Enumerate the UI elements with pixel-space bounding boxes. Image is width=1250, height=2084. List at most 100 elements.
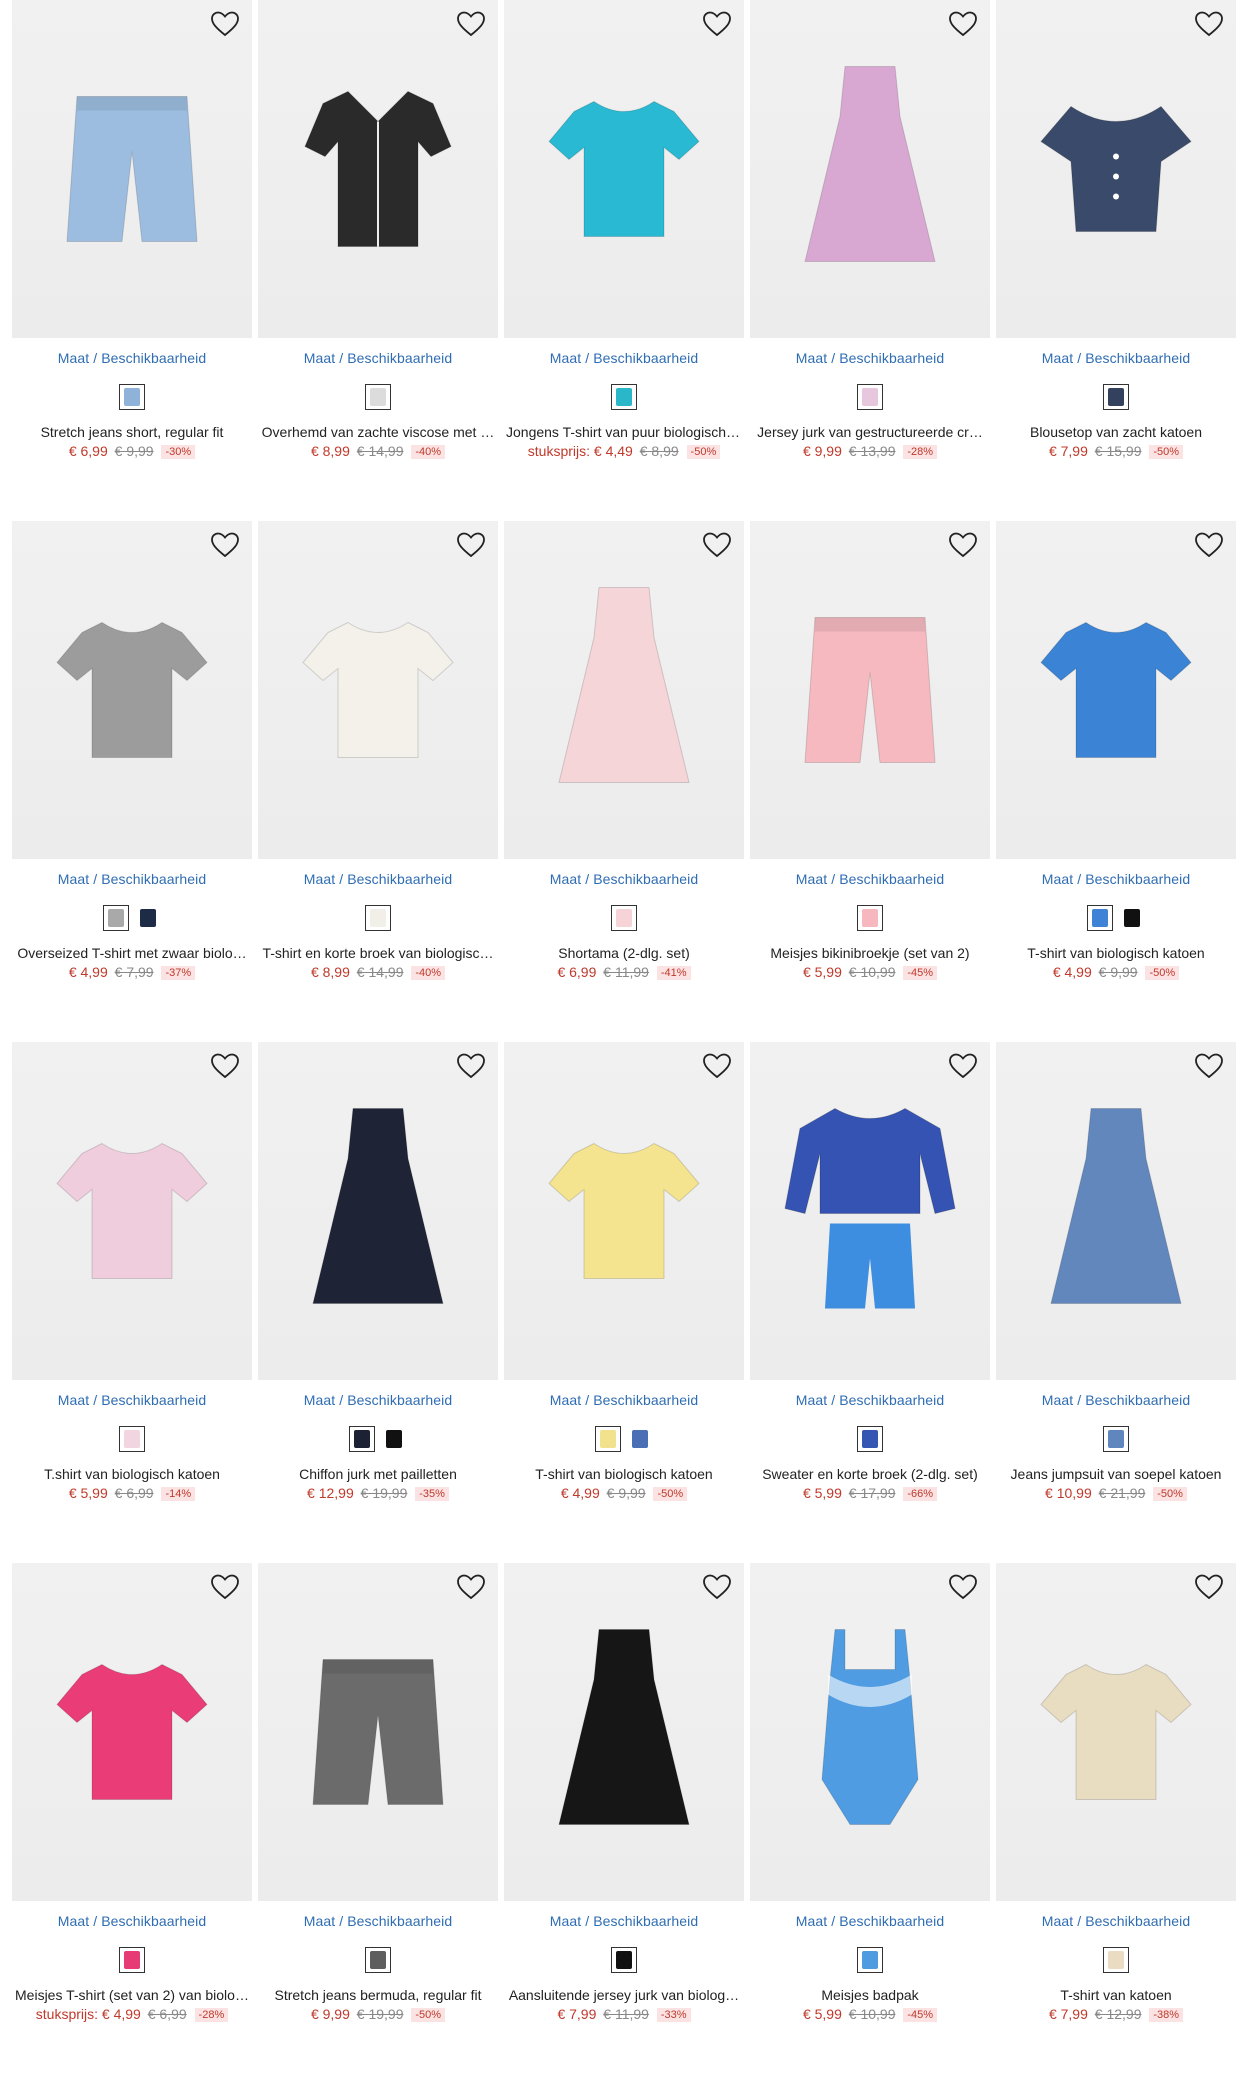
size-availability-link[interactable]: Maat / Beschikbaarheid bbox=[750, 1392, 990, 1408]
color-swatch[interactable] bbox=[349, 1426, 375, 1452]
product-card[interactable]: Maat / Beschikbaarheid T.shirt van biolo… bbox=[12, 1042, 252, 1563]
product-image[interactable] bbox=[258, 0, 498, 338]
product-image[interactable] bbox=[12, 1563, 252, 1901]
color-swatch[interactable] bbox=[595, 1426, 621, 1452]
color-swatch[interactable] bbox=[119, 384, 145, 410]
product-card[interactable]: Maat / Beschikbaarheid T-shirt en korte … bbox=[258, 521, 498, 1042]
product-image[interactable] bbox=[258, 1563, 498, 1901]
product-image[interactable] bbox=[996, 1042, 1236, 1380]
product-image[interactable] bbox=[750, 1042, 990, 1380]
product-title[interactable]: Overhemd van zachte viscose met … bbox=[258, 424, 498, 440]
product-title[interactable]: Chiffon jurk met pailletten bbox=[258, 1466, 498, 1482]
product-image[interactable] bbox=[12, 1042, 252, 1380]
product-card[interactable]: Maat / Beschikbaarheid Overseized T-shir… bbox=[12, 521, 252, 1042]
product-image[interactable] bbox=[750, 0, 990, 338]
color-swatch[interactable] bbox=[1087, 905, 1113, 931]
product-image[interactable] bbox=[996, 0, 1236, 338]
product-card[interactable]: Maat / Beschikbaarheid Shortama (2-dlg. … bbox=[504, 521, 744, 1042]
product-image[interactable] bbox=[504, 1042, 744, 1380]
color-swatch[interactable] bbox=[611, 384, 637, 410]
size-availability-link[interactable]: Maat / Beschikbaarheid bbox=[258, 350, 498, 366]
color-swatch[interactable] bbox=[1103, 384, 1129, 410]
size-availability-link[interactable]: Maat / Beschikbaarheid bbox=[258, 1913, 498, 1929]
heart-outline-icon[interactable] bbox=[1194, 531, 1224, 559]
product-title[interactable]: Stretch jeans short, regular fit bbox=[12, 424, 252, 440]
color-swatch[interactable] bbox=[365, 905, 391, 931]
heart-outline-icon[interactable] bbox=[210, 1573, 240, 1601]
heart-outline-icon[interactable] bbox=[210, 10, 240, 38]
size-availability-link[interactable]: Maat / Beschikbaarheid bbox=[258, 1392, 498, 1408]
heart-outline-icon[interactable] bbox=[456, 10, 486, 38]
size-availability-link[interactable]: Maat / Beschikbaarheid bbox=[258, 871, 498, 887]
product-title[interactable]: Shortama (2-dlg. set) bbox=[504, 945, 744, 961]
color-swatch[interactable] bbox=[1119, 905, 1145, 931]
size-availability-link[interactable]: Maat / Beschikbaarheid bbox=[750, 1913, 990, 1929]
heart-outline-icon[interactable] bbox=[702, 1573, 732, 1601]
heart-outline-icon[interactable] bbox=[456, 1573, 486, 1601]
heart-outline-icon[interactable] bbox=[702, 531, 732, 559]
product-title[interactable]: Stretch jeans bermuda, regular fit bbox=[258, 1987, 498, 2003]
heart-outline-icon[interactable] bbox=[456, 531, 486, 559]
size-availability-link[interactable]: Maat / Beschikbaarheid bbox=[504, 1913, 744, 1929]
product-image[interactable] bbox=[504, 0, 744, 338]
product-card[interactable]: Maat / Beschikbaarheid Overhemd van zach… bbox=[258, 0, 498, 521]
product-title[interactable]: T-shirt van biologisch katoen bbox=[504, 1466, 744, 1482]
product-card[interactable]: Maat / Beschikbaarheid T-shirt van biolo… bbox=[504, 1042, 744, 1563]
size-availability-link[interactable]: Maat / Beschikbaarheid bbox=[504, 350, 744, 366]
color-swatch[interactable] bbox=[857, 1947, 883, 1973]
color-swatch[interactable] bbox=[857, 905, 883, 931]
size-availability-link[interactable]: Maat / Beschikbaarheid bbox=[996, 871, 1236, 887]
size-availability-link[interactable]: Maat / Beschikbaarheid bbox=[504, 1392, 744, 1408]
heart-outline-icon[interactable] bbox=[948, 1052, 978, 1080]
heart-outline-icon[interactable] bbox=[948, 10, 978, 38]
color-swatch[interactable] bbox=[857, 1426, 883, 1452]
product-title[interactable]: T-shirt van biologisch katoen bbox=[996, 945, 1236, 961]
heart-outline-icon[interactable] bbox=[210, 531, 240, 559]
product-card[interactable]: Maat / Beschikbaarheid Chiffon jurk met … bbox=[258, 1042, 498, 1563]
size-availability-link[interactable]: Maat / Beschikbaarheid bbox=[504, 871, 744, 887]
product-card[interactable]: Maat / Beschikbaarheid Jongens T-shirt v… bbox=[504, 0, 744, 521]
heart-outline-icon[interactable] bbox=[456, 1052, 486, 1080]
product-image[interactable] bbox=[750, 521, 990, 859]
product-title[interactable]: Jersey jurk van gestructureerde cr… bbox=[750, 424, 990, 440]
color-swatch[interactable] bbox=[365, 384, 391, 410]
product-image[interactable] bbox=[504, 521, 744, 859]
product-card[interactable]: Maat / Beschikbaarheid Stretch jeans sho… bbox=[12, 0, 252, 521]
heart-outline-icon[interactable] bbox=[1194, 10, 1224, 38]
size-availability-link[interactable]: Maat / Beschikbaarheid bbox=[996, 1913, 1236, 1929]
heart-outline-icon[interactable] bbox=[210, 1052, 240, 1080]
color-swatch[interactable] bbox=[611, 1947, 637, 1973]
product-title[interactable]: Jeans jumpsuit van soepel katoen bbox=[996, 1466, 1236, 1482]
size-availability-link[interactable]: Maat / Beschikbaarheid bbox=[12, 1392, 252, 1408]
size-availability-link[interactable]: Maat / Beschikbaarheid bbox=[750, 350, 990, 366]
product-title[interactable]: Meisjes badpak bbox=[750, 1987, 990, 2003]
size-availability-link[interactable]: Maat / Beschikbaarheid bbox=[12, 871, 252, 887]
product-image[interactable] bbox=[258, 521, 498, 859]
product-image[interactable] bbox=[750, 1563, 990, 1901]
color-swatch[interactable] bbox=[1103, 1426, 1129, 1452]
product-title[interactable]: T.shirt van biologisch katoen bbox=[12, 1466, 252, 1482]
size-availability-link[interactable]: Maat / Beschikbaarheid bbox=[12, 350, 252, 366]
product-title[interactable]: Overseized T-shirt met zwaar biolo… bbox=[12, 945, 252, 961]
product-title[interactable]: Blousetop van zacht katoen bbox=[996, 424, 1236, 440]
color-swatch[interactable] bbox=[381, 1426, 407, 1452]
product-card[interactable]: Maat / Beschikbaarheid Blousetop van zac… bbox=[996, 0, 1236, 521]
product-image[interactable] bbox=[996, 1563, 1236, 1901]
color-swatch[interactable] bbox=[611, 905, 637, 931]
size-availability-link[interactable]: Maat / Beschikbaarheid bbox=[12, 1913, 252, 1929]
color-swatch[interactable] bbox=[119, 1947, 145, 1973]
product-image[interactable] bbox=[504, 1563, 744, 1901]
product-card[interactable]: Maat / Beschikbaarheid Meisjes badpak € … bbox=[750, 1563, 990, 2084]
product-title[interactable]: Meisjes bikinibroekje (set van 2) bbox=[750, 945, 990, 961]
color-swatch[interactable] bbox=[119, 1426, 145, 1452]
size-availability-link[interactable]: Maat / Beschikbaarheid bbox=[996, 1392, 1236, 1408]
heart-outline-icon[interactable] bbox=[948, 531, 978, 559]
product-image[interactable] bbox=[258, 1042, 498, 1380]
color-swatch[interactable] bbox=[103, 905, 129, 931]
color-swatch[interactable] bbox=[1103, 1947, 1129, 1973]
product-title[interactable]: Meisjes T-shirt (set van 2) van biolo… bbox=[12, 1987, 252, 2003]
heart-outline-icon[interactable] bbox=[1194, 1573, 1224, 1601]
product-title[interactable]: T-shirt en korte broek van biologisc… bbox=[258, 945, 498, 961]
product-card[interactable]: Maat / Beschikbaarheid T-shirt van katoe… bbox=[996, 1563, 1236, 2084]
size-availability-link[interactable]: Maat / Beschikbaarheid bbox=[750, 871, 990, 887]
